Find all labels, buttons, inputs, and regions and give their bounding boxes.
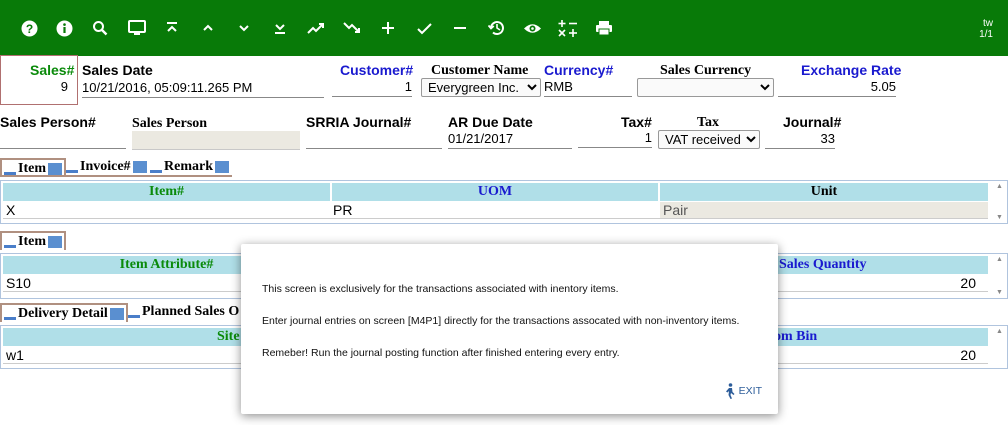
tab-underline-icon xyxy=(128,315,140,318)
sales-label: Sales# xyxy=(30,62,75,78)
trend-down-icon[interactable] xyxy=(339,15,365,41)
journal-label: Journal# xyxy=(783,114,842,130)
tab-remark[interactable]: Remark xyxy=(148,158,231,175)
tab-item-label: Item xyxy=(18,161,46,176)
sales-currency-label: Sales Currency xyxy=(660,63,752,78)
sales-date-field[interactable]: 10/21/2016, 05:09:11.265 PM xyxy=(82,79,324,98)
sales-quantity-label: Sales Quantity xyxy=(779,257,867,272)
exit-label: EXIT xyxy=(738,385,762,397)
tab-square-icon xyxy=(132,160,147,173)
sales-person-field xyxy=(132,131,300,150)
ar-due-date-label: AR Due Date xyxy=(448,114,533,130)
tab-underline-icon xyxy=(4,245,16,248)
item-attribute-tabs: Item xyxy=(0,231,80,251)
tab-planned-sales-label: Planned Sales O xyxy=(142,304,240,319)
srria-journal-field[interactable] xyxy=(306,130,442,149)
svg-text:?: ? xyxy=(25,22,32,36)
tab-invoice[interactable]: Invoice# xyxy=(64,158,149,175)
tax-select[interactable]: VAT received xyxy=(658,130,760,149)
history-icon[interactable] xyxy=(483,15,509,41)
journal-field[interactable]: 33 xyxy=(765,130,835,149)
sales-currency-select[interactable] xyxy=(637,78,774,97)
exit-button[interactable]: EXIT xyxy=(724,383,762,399)
currency-field[interactable]: RMB xyxy=(544,78,632,97)
customer-name-select[interactable]: Everygreen Inc. xyxy=(421,78,541,97)
walking-person-icon xyxy=(725,383,735,399)
scrollbar[interactable]: ▲ ▼ xyxy=(995,254,1005,298)
first-record-icon[interactable] xyxy=(159,15,185,41)
badge-top: tw xyxy=(983,18,993,29)
help-icon[interactable]: ? xyxy=(16,15,42,41)
add-icon[interactable] xyxy=(375,15,401,41)
table-cell-unit: Pair xyxy=(660,202,988,219)
site-label: Site xyxy=(217,329,240,344)
sales-date-label: Sales Date xyxy=(82,62,153,78)
trend-up-icon[interactable] xyxy=(303,15,329,41)
tax-label: Tax xyxy=(697,115,720,130)
tab-underline-icon xyxy=(4,317,16,320)
item-grid: Item# UOM Unit X PR Pair ▲ ▼ xyxy=(0,180,1008,224)
tab-square-icon xyxy=(215,160,229,173)
bin-label: om Bin xyxy=(774,329,818,344)
tax-number-field[interactable]: 1 xyxy=(578,129,652,148)
tab-underline-icon xyxy=(150,170,162,173)
previous-record-icon[interactable] xyxy=(195,15,221,41)
last-record-icon[interactable] xyxy=(267,15,293,41)
table-cell-item[interactable]: X xyxy=(3,202,330,219)
scrollbar[interactable]: ▲ ▼ xyxy=(995,181,1005,223)
ar-due-date-field[interactable]: 01/21/2017 xyxy=(448,130,572,149)
currency-label: Currency# xyxy=(544,62,614,78)
tab-square-icon xyxy=(48,162,62,175)
scroll-up-icon[interactable]: ▲ xyxy=(996,328,1003,335)
tab-item-2-label: Item xyxy=(18,234,46,249)
scrollbar[interactable]: ▲ xyxy=(995,326,1005,368)
sales-person-label: Sales Person xyxy=(132,116,208,131)
exchange-rate-field[interactable]: 5.05 xyxy=(778,78,896,97)
tab-underline-icon xyxy=(66,170,78,173)
sales-person-number-field[interactable] xyxy=(0,130,126,149)
badge-bottom: 1/1 xyxy=(979,29,993,40)
table-cell-uom[interactable]: PR xyxy=(330,202,660,219)
grid-header-uom[interactable]: UOM xyxy=(332,183,658,201)
tax-number-label: Tax# xyxy=(621,114,652,130)
calculator-icon[interactable] xyxy=(555,15,581,41)
tab-delivery-detail-label: Delivery Detail xyxy=(18,306,108,321)
tab-square-icon xyxy=(109,307,124,320)
tab-planned-sales[interactable]: Planned Sales O xyxy=(126,303,241,320)
scroll-down-icon[interactable]: ▼ xyxy=(996,289,1003,296)
tab-invoice-label: Invoice# xyxy=(80,159,131,174)
grid-header-unit[interactable]: Unit xyxy=(660,183,988,201)
toolbar: ? tw 1/1 xyxy=(0,0,1008,56)
scroll-up-icon[interactable]: ▲ xyxy=(996,256,1003,263)
scroll-down-icon[interactable]: ▼ xyxy=(996,214,1003,221)
delete-icon[interactable] xyxy=(447,15,473,41)
tab-delivery-detail[interactable]: Delivery Detail xyxy=(0,303,128,322)
dialog-line-1: This screen is exclusively for the trans… xyxy=(262,283,619,295)
customer-label: Customer# xyxy=(340,62,414,78)
record-counter: tw 1/1 xyxy=(979,18,993,40)
notice-dialog: This screen is exclusively for the trans… xyxy=(241,244,778,414)
sales-number-field[interactable]: 9 xyxy=(2,78,68,96)
detail-tabs: Item Invoice# Remark xyxy=(0,158,300,178)
customer-number-field[interactable]: 1 xyxy=(332,78,412,97)
customer-name-label: Customer Name xyxy=(431,63,529,78)
dialog-line-3: Remeber! Run the journal posting functio… xyxy=(262,347,620,359)
dialog-line-2: Enter journal entries on screen [M4P1] d… xyxy=(262,315,740,327)
search-icon[interactable] xyxy=(87,15,113,41)
view-icon[interactable] xyxy=(519,15,545,41)
print-icon[interactable] xyxy=(591,15,617,41)
monitor-icon[interactable] xyxy=(124,15,150,41)
next-record-icon[interactable] xyxy=(231,15,257,41)
confirm-icon[interactable] xyxy=(411,15,437,41)
scroll-up-icon[interactable]: ▲ xyxy=(996,183,1003,190)
tab-square-icon xyxy=(48,235,62,248)
tab-item-2[interactable]: Item xyxy=(0,231,66,250)
tab-remark-label: Remark xyxy=(164,159,213,174)
grid-header-item-number[interactable]: Item# xyxy=(3,183,330,201)
sales-person-number-label: Sales Person# xyxy=(0,114,96,130)
info-icon[interactable] xyxy=(51,15,77,41)
srria-journal-label: SRRIA Journal# xyxy=(306,114,412,130)
tab-underline xyxy=(0,175,232,177)
exchange-rate-label: Exchange Rate xyxy=(801,62,902,78)
